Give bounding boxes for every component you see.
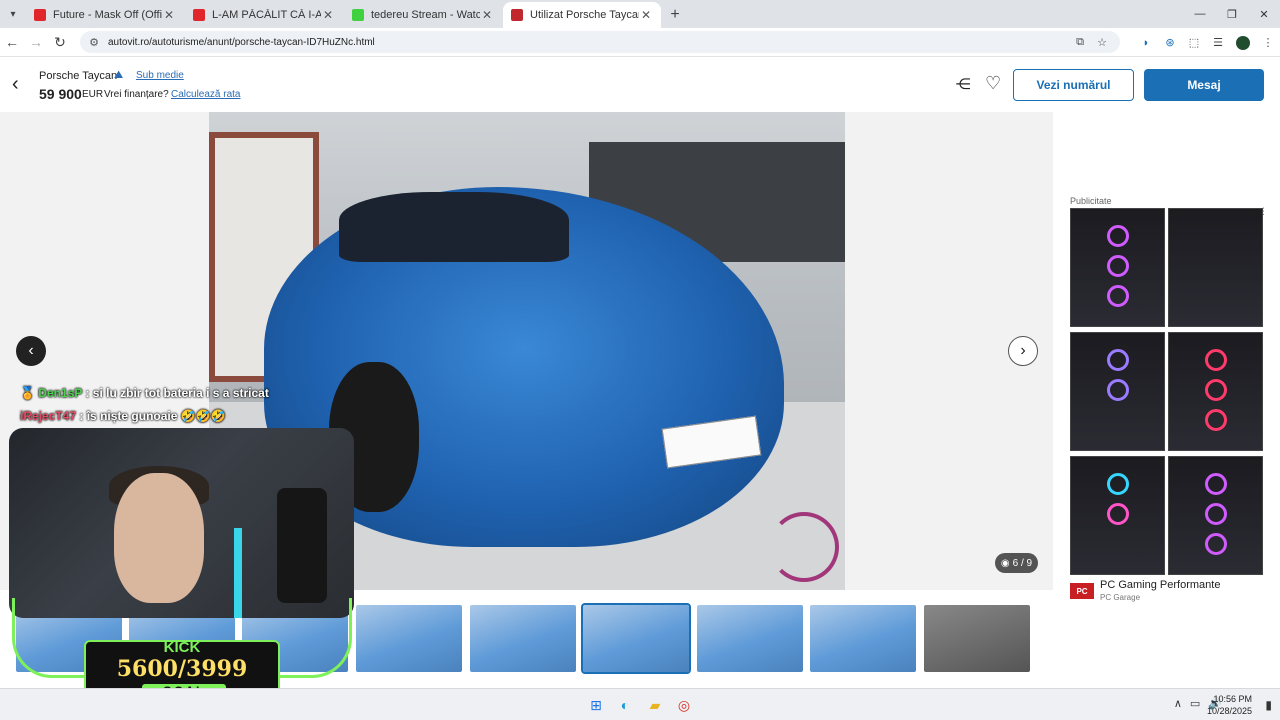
profile-avatar[interactable] [1236, 35, 1250, 50]
ad-pc-image[interactable] [1070, 332, 1165, 451]
bookmark-star-icon[interactable]: ☆ [1094, 36, 1110, 49]
photo-counter: ◉ 6 / 9 [995, 553, 1038, 573]
tab-title: L-AM PĂCĂLIT CĂ I-AM LUAT P [212, 9, 321, 21]
calculate-rate-link[interactable]: Calculează rata [171, 89, 240, 100]
address-bar-row: ← → ↻ ⚙ autovit.ro/autoturisme/anunt/por… [0, 28, 1280, 57]
pc-garage-logo: PC [1070, 583, 1094, 599]
tray-chevron-icon[interactable]: ∧ [1174, 697, 1182, 710]
share-icon[interactable]: ⋲ [954, 75, 972, 93]
price-evaluation-icon: ⛰ [114, 69, 124, 81]
photo-watermark-logo [769, 512, 839, 582]
thumbnail[interactable] [697, 605, 803, 672]
network-icon[interactable]: ▭ [1190, 697, 1200, 710]
back-icon[interactable]: ← [0, 34, 24, 50]
youtube-favicon-icon [34, 9, 46, 21]
tab-title: Utilizat Porsche Taycan 2023 - 5 [530, 9, 639, 21]
finance-question: Vrei finanțare? [104, 89, 169, 100]
price-evaluation-link[interactable]: Sub medie [136, 70, 184, 81]
chat-username: iRejecT47 [20, 409, 77, 423]
clock-time: 10:56 PM [1213, 694, 1252, 704]
back-arrow-icon[interactable]: ‹ [12, 73, 19, 96]
site-info-icon[interactable]: ⚙ [86, 36, 102, 49]
puzzle-icon[interactable]: ⬚ [1182, 36, 1206, 49]
new-tab-icon[interactable]: + [662, 2, 688, 28]
browser-tab-strip: ▾ Future - Mask Off (Official Music ✕ L-… [0, 0, 1280, 28]
tab-title: tedereu Stream - Watch Live on [371, 9, 480, 21]
photo-car-window [339, 192, 569, 262]
tab-title: Future - Mask Off (Official Music [53, 9, 162, 21]
chrome-icon[interactable]: ◎ [674, 695, 694, 715]
thumbnail[interactable] [356, 605, 462, 672]
browser-tab[interactable]: Future - Mask Off (Official Music ✕ [26, 2, 184, 28]
ad-subtitle: PC Garage [1100, 593, 1141, 602]
streamer-webcam [9, 428, 354, 618]
install-app-icon[interactable]: ⧉ [1072, 36, 1088, 49]
browser-tab[interactable]: L-AM PĂCĂLIT CĂ I-AM LUAT P ✕ [185, 2, 343, 28]
forward-icon[interactable]: → [24, 34, 48, 50]
clock[interactable]: 10:56 PM 10/28/2025 [1207, 693, 1252, 717]
ad-pc-image[interactable] [1168, 456, 1263, 575]
ad-label: Publicitate [1070, 196, 1112, 206]
ad-pc-image[interactable] [1070, 208, 1165, 327]
media-icon[interactable]: ☰ [1206, 36, 1230, 49]
url-text[interactable]: autovit.ro/autoturisme/anunt/porsche-tay… [108, 37, 375, 48]
file-explorer-icon[interactable]: ▰ [645, 695, 665, 715]
favorite-heart-icon[interactable]: ♡ [985, 73, 1001, 94]
listing-header: ‹ Porsche Taycan ⛰ Sub medie 59 900 EUR … [0, 57, 1280, 112]
thumbnail[interactable] [470, 605, 576, 672]
chat-message: 🏅 Den1sP : si lu zbir tot bateria i s a … [20, 386, 269, 400]
close-tab-icon[interactable]: ✕ [480, 8, 494, 22]
show-number-button[interactable]: Vezi numărul [1013, 69, 1134, 101]
extension-icon[interactable]: ⊛ [1158, 36, 1182, 49]
message-button[interactable]: Mesaj [1144, 69, 1264, 101]
menu-dots-icon[interactable]: ⋮ [1256, 36, 1280, 49]
close-window-icon[interactable]: ✕ [1248, 0, 1280, 28]
camera-icon: ◉ [1000, 557, 1010, 569]
edge-icon[interactable]: ◐ [615, 695, 635, 715]
ad-title[interactable]: PC Gaming Performante [1100, 579, 1220, 591]
window-controls: — ❐ ✕ [1184, 0, 1280, 28]
reload-icon[interactable]: ↻ [48, 34, 72, 51]
chat-text: : îs niște gunoaie 🤣🤣🤣 [79, 409, 226, 423]
next-photo-button[interactable]: › [1008, 336, 1038, 366]
youtube-favicon-icon [193, 9, 205, 21]
windows-start-icon[interactable]: ⊞ [586, 695, 606, 715]
listing-title: Porsche Taycan [39, 70, 118, 82]
thumbnail[interactable] [810, 605, 916, 672]
close-tab-icon[interactable]: ✕ [639, 8, 653, 22]
webcam-face [114, 473, 204, 603]
chat-message: iRejecT47 : îs niște gunoaie 🤣🤣🤣 [20, 409, 226, 423]
kick-favicon-icon [352, 9, 364, 21]
extension-icon[interactable]: ◗ [1134, 37, 1158, 49]
address-bar[interactable]: ⚙ autovit.ro/autoturisme/anunt/porsche-t… [80, 31, 1120, 53]
close-tab-icon[interactable]: ✕ [321, 8, 335, 22]
clock-date: 10/28/2025 [1206, 706, 1252, 716]
minimize-icon[interactable]: — [1184, 0, 1216, 28]
close-tab-icon[interactable]: ✕ [162, 8, 176, 22]
tab-search-icon[interactable]: ▾ [0, 0, 26, 28]
listing-currency: EUR [82, 89, 104, 100]
restore-icon[interactable]: ❐ [1216, 0, 1248, 28]
browser-tab-active[interactable]: Utilizat Porsche Taycan 2023 - 5 ✕ [503, 2, 661, 28]
thumbnail[interactable] [924, 605, 1030, 672]
goal-count: 5600/3999 [116, 656, 248, 682]
extensions-area: ◗ ⊛ ⬚ ☰ ⋮ [1134, 28, 1280, 57]
browser-tab[interactable]: tedereu Stream - Watch Live on ✕ [344, 2, 502, 28]
photo-counter-text: 6 / 9 [1012, 557, 1033, 569]
thumbnail-selected[interactable] [581, 603, 691, 674]
goal-platform: KICK [163, 639, 201, 656]
ad-pc-image[interactable] [1070, 456, 1165, 575]
previous-photo-button[interactable]: ‹ [16, 336, 46, 366]
ad-pc-image[interactable] [1168, 208, 1263, 327]
chat-text: : si lu zbir tot bateria i s a stricat [85, 386, 269, 400]
ad-pc-image[interactable] [1168, 332, 1263, 451]
notification-icon[interactable]: ▮ [1265, 698, 1272, 712]
chat-username: Den1sP [38, 386, 83, 400]
chat-badge-icon: 🏅 [20, 386, 35, 400]
listing-price: 59 900 [39, 86, 82, 102]
webcam-microphone [277, 488, 327, 603]
taskbar: ⊞ ◐ ▰ ◎ ∧ ▭ 🔊 10:56 PM 10/28/2025 ▮ [0, 688, 1280, 720]
advertisement-panel: Publicitate AD ▷⋮ PC PC Gaming Performan… [1053, 112, 1280, 688]
autovit-favicon-icon [511, 9, 523, 21]
